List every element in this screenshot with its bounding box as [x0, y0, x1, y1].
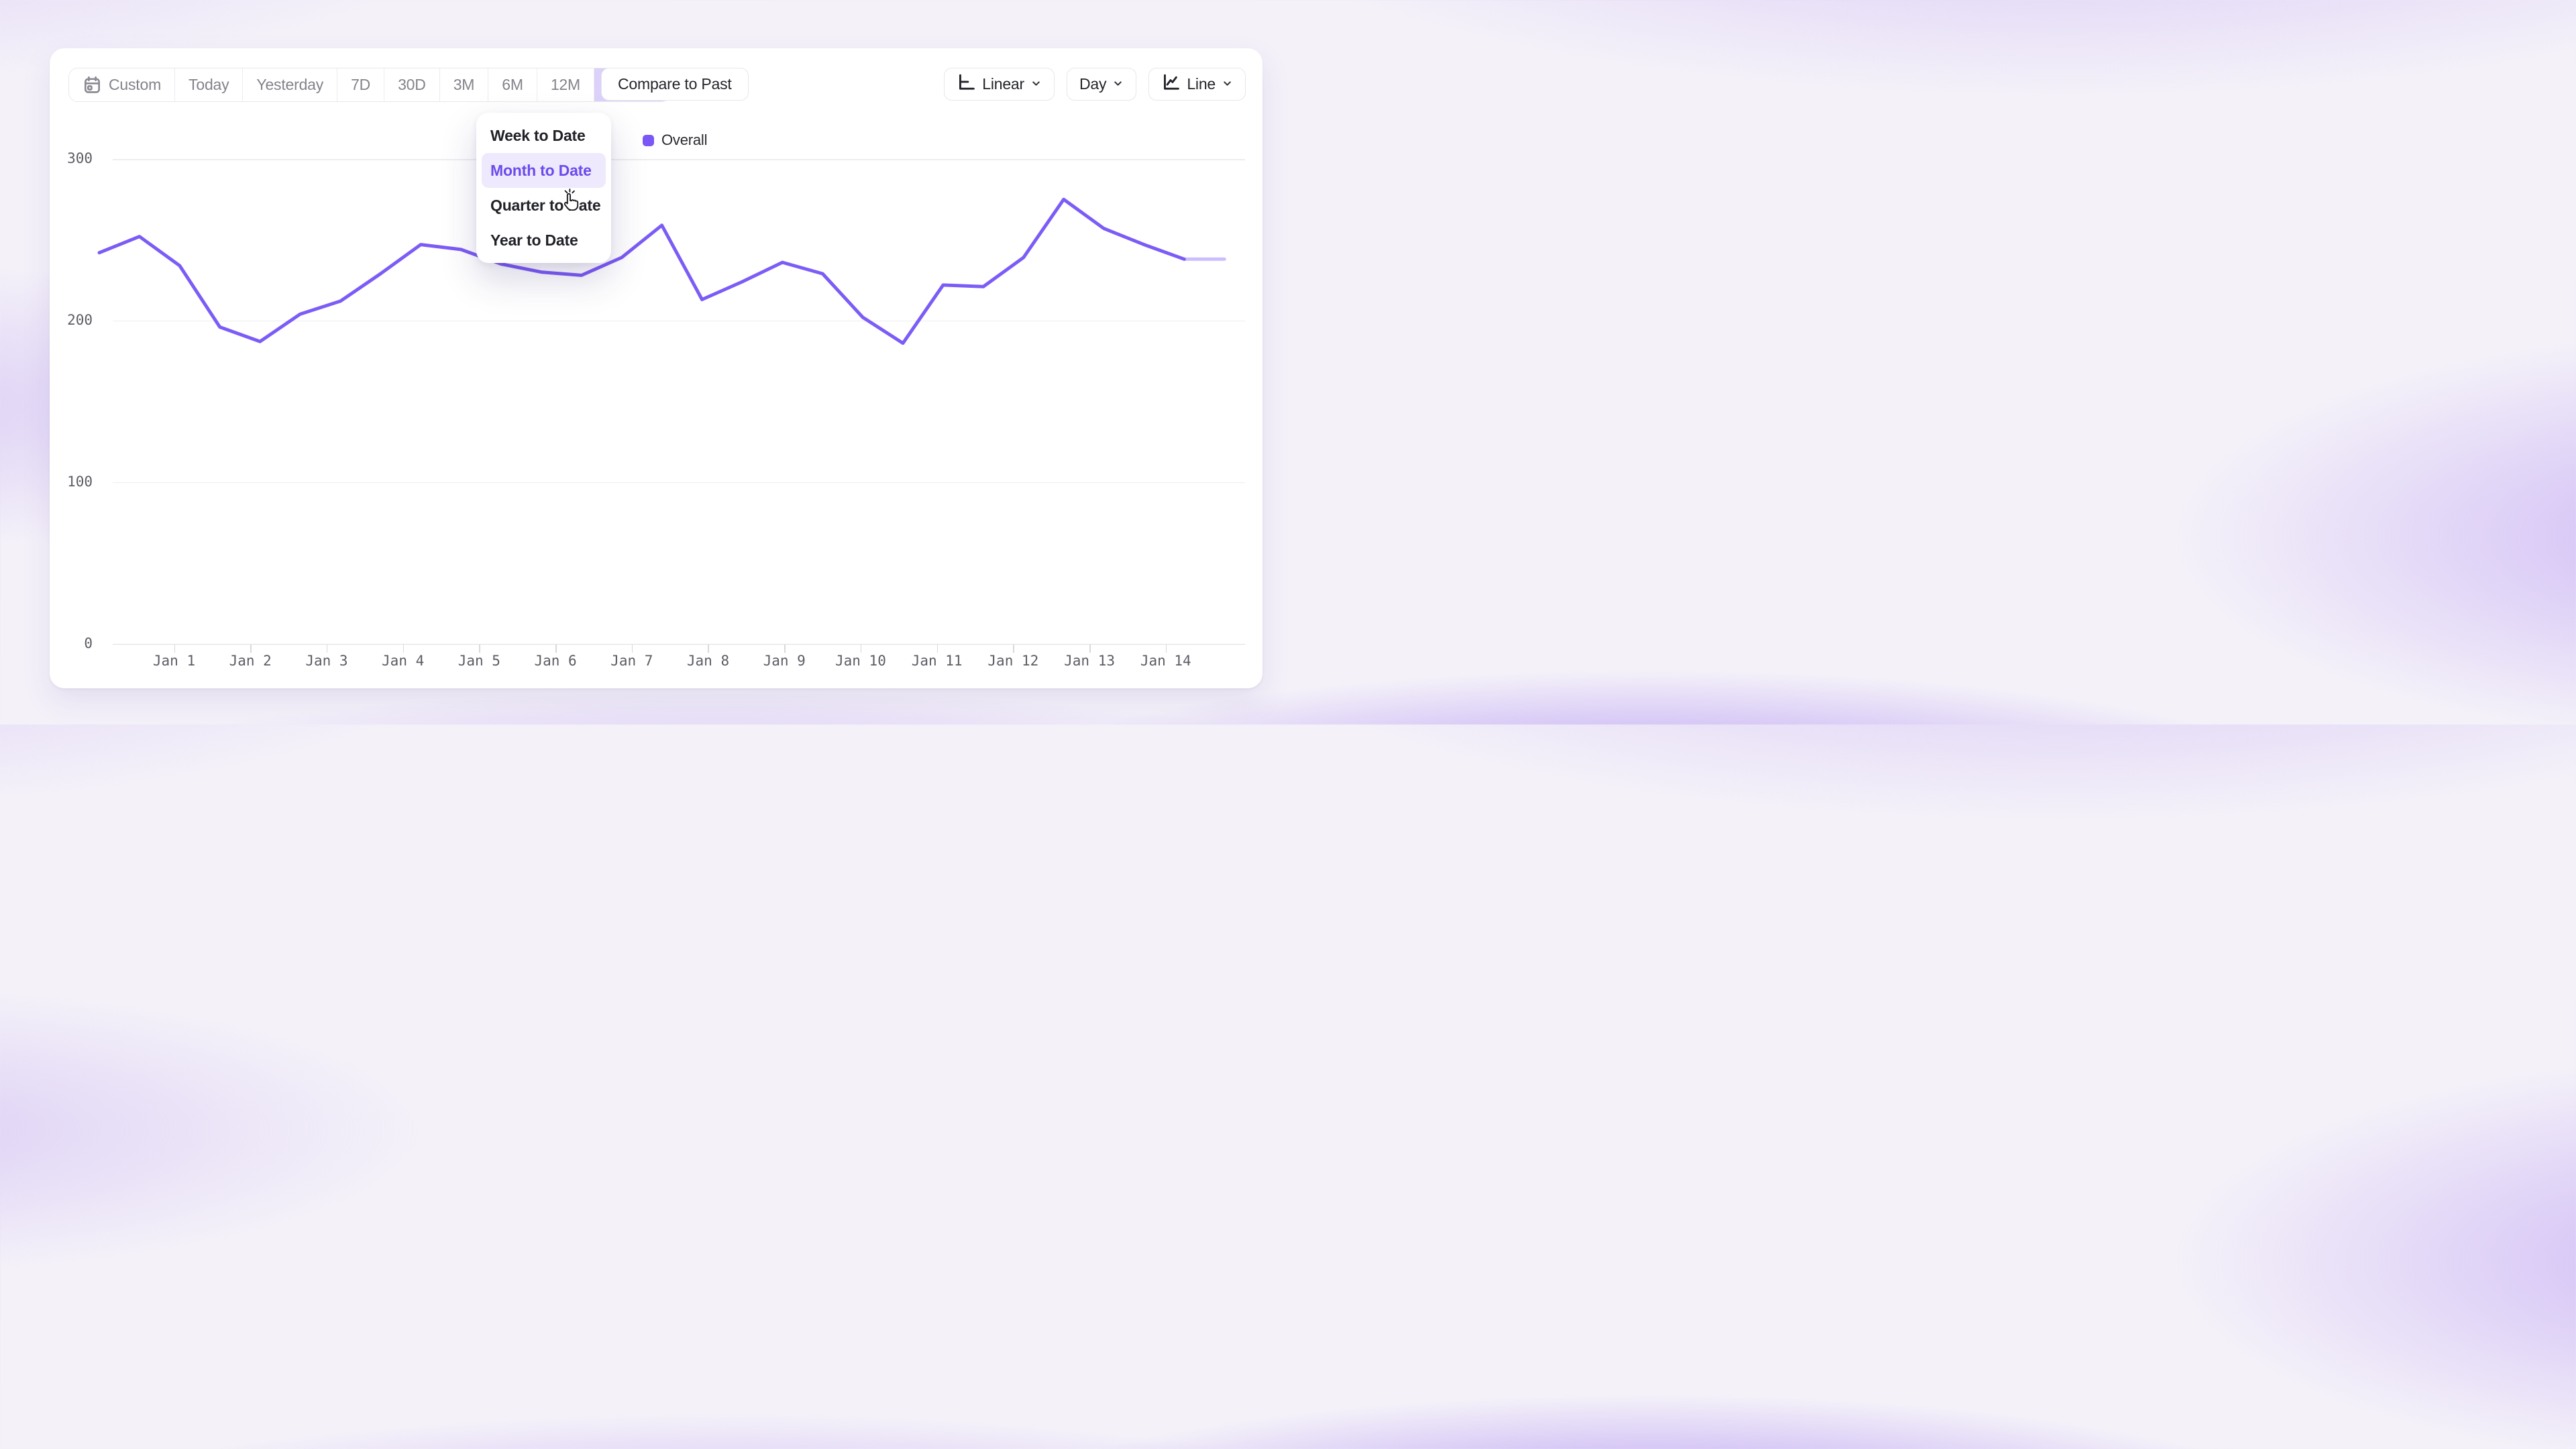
- axis-linear-icon: [957, 72, 976, 96]
- range-button-3m[interactable]: 3M: [440, 68, 489, 101]
- scale-select-label: Linear: [982, 75, 1024, 93]
- dropdown-item-quarter-to-date[interactable]: Quarter to Date: [482, 188, 606, 223]
- dropdown-item-month-to-date[interactable]: Month to Date: [482, 153, 606, 188]
- chart-controls: Linear Day Line: [944, 68, 1246, 101]
- calendar-icon: [83, 75, 102, 95]
- range-button-label: Custom: [109, 76, 161, 94]
- range-button-6m[interactable]: 6M: [488, 68, 537, 101]
- date-range-dropdown: Week to DateMonth to DateQuarter to Date…: [476, 113, 611, 263]
- range-button-label: 6M: [502, 76, 523, 94]
- chart-type-select-label: Line: [1187, 75, 1216, 93]
- range-button-custom[interactable]: Custom: [69, 68, 175, 101]
- line-chart-icon: [1161, 72, 1181, 96]
- mouse-cursor-pointer: [556, 180, 584, 211]
- scale-select-button[interactable]: Linear: [944, 68, 1055, 101]
- range-button-label: 12M: [551, 76, 580, 94]
- compare-to-past-button[interactable]: Compare to Past: [601, 68, 749, 101]
- date-range-group: CustomTodayYesterday7D30D3M6M12MXTD: [68, 68, 671, 102]
- chevron-down-icon: [1112, 75, 1124, 93]
- dropdown-item-week-to-date[interactable]: Week to Date: [482, 118, 606, 153]
- chevron-down-icon: [1222, 75, 1233, 93]
- range-button-label: Today: [189, 76, 229, 94]
- range-button-12m[interactable]: 12M: [537, 68, 594, 101]
- line-chart[interactable]: [86, 142, 1253, 679]
- series-line-overall[interactable]: [99, 199, 1184, 343]
- granularity-select-button[interactable]: Day: [1067, 68, 1136, 101]
- range-button-label: 3M: [453, 76, 475, 94]
- range-button-7d[interactable]: 7D: [337, 68, 384, 101]
- analytics-card: CustomTodayYesterday7D30D3M6M12MXTD Comp…: [50, 48, 1263, 688]
- range-button-label: Yesterday: [256, 76, 323, 94]
- range-button-30d[interactable]: 30D: [384, 68, 440, 101]
- chevron-down-icon: [1030, 75, 1042, 93]
- chart-type-select-button[interactable]: Line: [1148, 68, 1246, 101]
- range-button-today[interactable]: Today: [175, 68, 243, 101]
- range-button-label: 30D: [398, 76, 426, 94]
- dropdown-item-year-to-date[interactable]: Year to Date: [482, 223, 606, 258]
- range-button-yesterday[interactable]: Yesterday: [243, 68, 337, 101]
- granularity-select-label: Day: [1079, 75, 1106, 93]
- range-button-label: 7D: [351, 76, 370, 94]
